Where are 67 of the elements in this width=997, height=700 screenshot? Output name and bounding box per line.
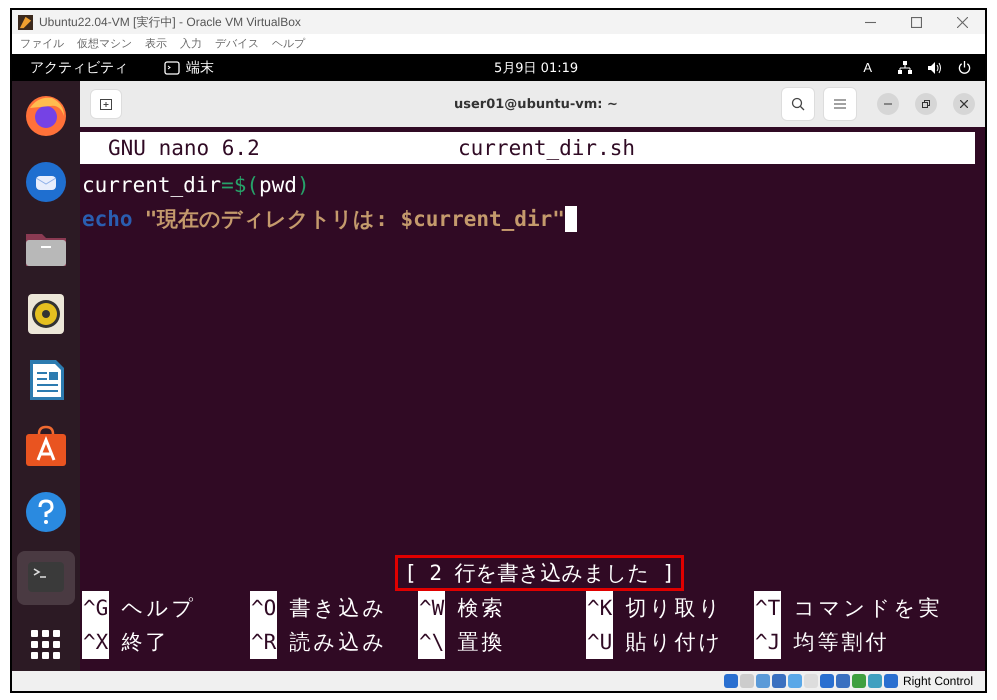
restore-icon <box>922 100 930 108</box>
menu-item[interactable]: 表示 <box>145 36 167 52</box>
search-icon <box>791 97 805 111</box>
network-icon[interactable] <box>898 61 912 74</box>
new-tab-button[interactable] <box>90 89 122 119</box>
status-indicator-icon[interactable] <box>820 674 834 688</box>
shortcut-label: 置換 <box>457 629 506 656</box>
shortcut-label: ヘルプ <box>121 595 196 622</box>
shortcut-key: ^W <box>418 591 446 625</box>
code-line: current_dir=$(pwd) <box>82 172 310 199</box>
status-indicator-icon[interactable] <box>884 674 898 688</box>
shortcut-label: 切り取り <box>625 595 724 622</box>
shortcut-label: 均等割付 <box>793 629 890 656</box>
search-button[interactable] <box>781 87 815 121</box>
shortcut-key: ^\ <box>418 625 446 659</box>
shortcut-key: ^J <box>754 625 782 659</box>
status-indicator-icon[interactable] <box>868 674 882 688</box>
shortcut-label: 終了 <box>121 629 170 656</box>
menu-item[interactable]: 仮想マシン <box>77 36 132 52</box>
shortcut-key: ^K <box>586 591 614 625</box>
menu-item[interactable]: ファイル <box>20 36 64 52</box>
status-indicator-icon[interactable] <box>724 674 738 688</box>
app-logo-icon <box>18 14 33 30</box>
file-name: current_dir.sh <box>458 135 636 162</box>
volume-icon[interactable] <box>928 62 942 74</box>
shortcut-label: 書き込み <box>289 595 388 622</box>
menu-item[interactable]: 入力 <box>180 36 202 52</box>
code-line: echo "現在のディレクトリは: $current_dir" <box>82 206 565 233</box>
menu-icon <box>834 99 846 109</box>
status-indicator-icon[interactable] <box>772 674 786 688</box>
shortcut-key: ^T <box>754 591 782 625</box>
app-grid-icon <box>31 630 61 660</box>
clock[interactable]: 5月9日 01:19 <box>494 59 578 78</box>
status-indicator-icon[interactable] <box>756 674 770 688</box>
shortcut-label: 貼り付け <box>625 629 724 656</box>
status-message: [ 2 行を書き込みました ] <box>395 555 684 591</box>
close-button[interactable] <box>953 93 975 115</box>
shortcut-key: ^R <box>250 625 278 659</box>
activities-button[interactable]: アクティビティ <box>30 57 128 78</box>
window-title: Ubuntu22.04-VM [実行中] - Oracle VM VirtualBox <box>39 14 301 31</box>
shortcut-label: コマンドを実 <box>793 595 942 622</box>
nano-version: GNU nano 6.2 <box>108 135 260 162</box>
input-method-indicator[interactable]: A <box>863 58 872 78</box>
terminal-icon <box>164 60 180 74</box>
shortcut-key: ^O <box>250 591 278 625</box>
host-key-label: Right Control <box>902 673 973 690</box>
shopping-bag-icon <box>24 424 68 468</box>
status-indicator-icon[interactable] <box>852 674 866 688</box>
help-icon <box>24 490 68 534</box>
shortcut-key: ^G <box>82 591 110 625</box>
restore-button[interactable] <box>915 93 937 115</box>
terminal-title: user01@ubuntu-vm: ~ <box>454 96 618 114</box>
menu-item[interactable]: ヘルプ <box>272 36 305 52</box>
menu-item[interactable]: デバイス <box>215 36 259 52</box>
shortcut-key: ^U <box>586 625 614 659</box>
maximize-icon <box>910 16 922 28</box>
shortcut-key: ^X <box>82 625 110 659</box>
app-menu[interactable]: 端末 <box>186 57 214 78</box>
power-icon[interactable] <box>958 61 971 74</box>
shortcut-label: 検索 <box>457 595 506 622</box>
menu-button[interactable] <box>823 87 857 121</box>
close-icon <box>956 16 968 28</box>
status-indicator-icon[interactable] <box>836 674 850 688</box>
minimize-icon <box>884 103 892 105</box>
new-tab-icon <box>100 98 112 110</box>
shortcut-label: 読み込み <box>289 629 388 656</box>
close-icon <box>960 100 968 108</box>
